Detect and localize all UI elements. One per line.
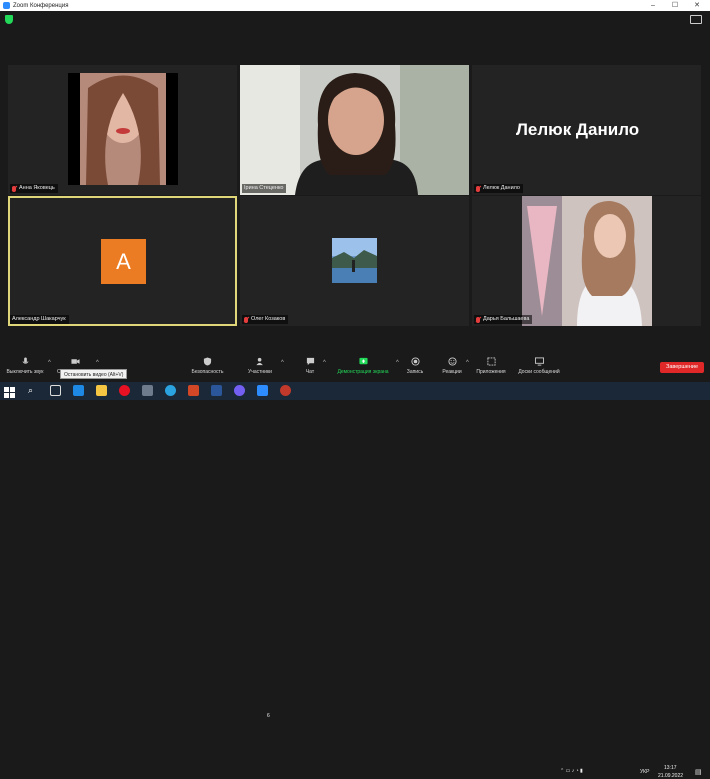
participants-options-chevron-icon[interactable]: ^: [281, 360, 284, 366]
muted-mic-icon: [476, 316, 480, 323]
opera-icon[interactable]: [119, 385, 130, 396]
participant-name-tag: Ірина Стеценко: [242, 184, 287, 193]
edge-browser-icon[interactable]: [73, 385, 84, 396]
share-screen-icon: [358, 357, 368, 365]
chat-icon: [306, 357, 314, 366]
minimize-icon[interactable]: –: [642, 0, 664, 11]
participant-display-name: Лелюк Данило: [516, 120, 640, 139]
audio-options-chevron-icon[interactable]: ^: [48, 360, 51, 366]
notifications-icon[interactable]: ▤: [695, 768, 702, 776]
whiteboard-icon: [534, 357, 544, 366]
security-shield-icon[interactable]: [5, 15, 13, 24]
end-meeting-button[interactable]: Завершение: [660, 362, 704, 373]
zoom-taskbar-icon[interactable]: [257, 385, 268, 396]
participants-button[interactable]: Участники: [240, 357, 280, 381]
participant-tile[interactable]: Ірина Стеценко: [240, 65, 469, 195]
chat-button[interactable]: Чат: [295, 357, 325, 381]
participant-name-tag: Дарья Бальшаева: [474, 315, 533, 324]
search-icon[interactable]: ⌕: [28, 385, 39, 396]
file-explorer-icon[interactable]: [96, 385, 107, 396]
mute-button[interactable]: Выключить звук: [3, 357, 47, 381]
participants-count: 6: [267, 713, 270, 719]
view-grid-icon[interactable]: [690, 15, 702, 24]
task-view-icon[interactable]: [50, 385, 61, 396]
windows-taskbar: ⌕ ⌃ ▭ ♪ ◔ ▮ УКР 13:17 21.09.2022 ▤: [0, 382, 710, 779]
participant-tile-active[interactable]: A Александр Шакарчук: [8, 196, 237, 326]
record-icon: [410, 357, 420, 366]
reactions-button[interactable]: Реакции: [436, 357, 468, 381]
participant-name: Александр Шакарчук: [12, 316, 66, 322]
participant-name: Лелюк Данило: [483, 185, 520, 191]
record-button[interactable]: Запись: [400, 357, 430, 381]
app-icon[interactable]: [142, 385, 153, 396]
telegram-icon[interactable]: [165, 385, 176, 396]
participant-name-tag: Анна Яковець: [10, 184, 58, 193]
clock-time[interactable]: 13:17: [664, 765, 677, 771]
participant-name-tag: Олег Козаков: [242, 315, 289, 324]
participant-name: Ірина Стеценко: [244, 185, 284, 191]
avatar-photo: [332, 238, 377, 283]
security-button[interactable]: Безопасность: [180, 357, 235, 381]
windows-start-icon[interactable]: [4, 385, 15, 398]
video-options-chevron-icon[interactable]: ^: [96, 360, 99, 366]
close-icon[interactable]: ✕: [686, 0, 708, 11]
reactions-icon: [447, 357, 457, 366]
apps-icon: [486, 357, 496, 366]
language-indicator[interactable]: УКР: [640, 769, 649, 775]
apps-button[interactable]: Приложения: [472, 357, 510, 381]
participant-name: Олег Козаков: [251, 316, 286, 322]
zoom-app-icon: [3, 2, 10, 9]
chat-options-chevron-icon[interactable]: ^: [323, 360, 326, 366]
participant-tile[interactable]: Лелюк Данило Лелюк Данило: [472, 65, 701, 195]
participant-name-tag: Александр Шакарчук: [10, 315, 69, 324]
video-camera-icon: [70, 359, 80, 364]
clock-date[interactable]: 21.09.2022: [658, 773, 683, 779]
meeting-topbar: [0, 11, 710, 29]
participant-video: [68, 73, 178, 185]
whiteboard-button[interactable]: Доски сообщений: [514, 357, 564, 381]
participant-tile[interactable]: Дарья Бальшаева: [472, 196, 701, 326]
participant-video: [522, 196, 652, 326]
muted-mic-icon: [12, 185, 16, 192]
word-icon[interactable]: [211, 385, 222, 396]
avatar: A: [101, 239, 146, 284]
participant-name-tag: Лелюк Данило: [474, 184, 523, 193]
window-title: Zoom Конференция: [13, 2, 69, 9]
window-titlebar: Zoom Конференция – ☐ ✕: [0, 0, 710, 11]
powerpoint-icon[interactable]: [188, 385, 199, 396]
viber-icon[interactable]: [234, 385, 245, 396]
participant-video: [240, 65, 469, 195]
participants-icon: [255, 357, 263, 366]
participant-tile[interactable]: Олег Козаков: [240, 196, 469, 326]
participant-name: Анна Яковець: [19, 185, 55, 191]
tray-icons[interactable]: ⌃ ▭ ♪ ◔ ▮: [560, 768, 583, 774]
maximize-icon[interactable]: ☐: [664, 0, 686, 11]
muted-mic-icon: [244, 316, 248, 323]
shield-icon: [203, 357, 212, 366]
reactions-options-chevron-icon[interactable]: ^: [466, 360, 469, 366]
video-tooltip: Остановить видео (Alt+V): [60, 369, 128, 379]
app-red-icon[interactable]: [280, 385, 291, 396]
share-screen-button[interactable]: Демонстрация экрана: [330, 357, 396, 381]
share-options-chevron-icon[interactable]: ^: [396, 360, 399, 366]
muted-mic-icon: [476, 185, 480, 192]
participant-tile[interactable]: Анна Яковець: [8, 65, 237, 195]
participant-name: Дарья Бальшаева: [483, 316, 530, 322]
microphone-icon: [22, 357, 28, 364]
